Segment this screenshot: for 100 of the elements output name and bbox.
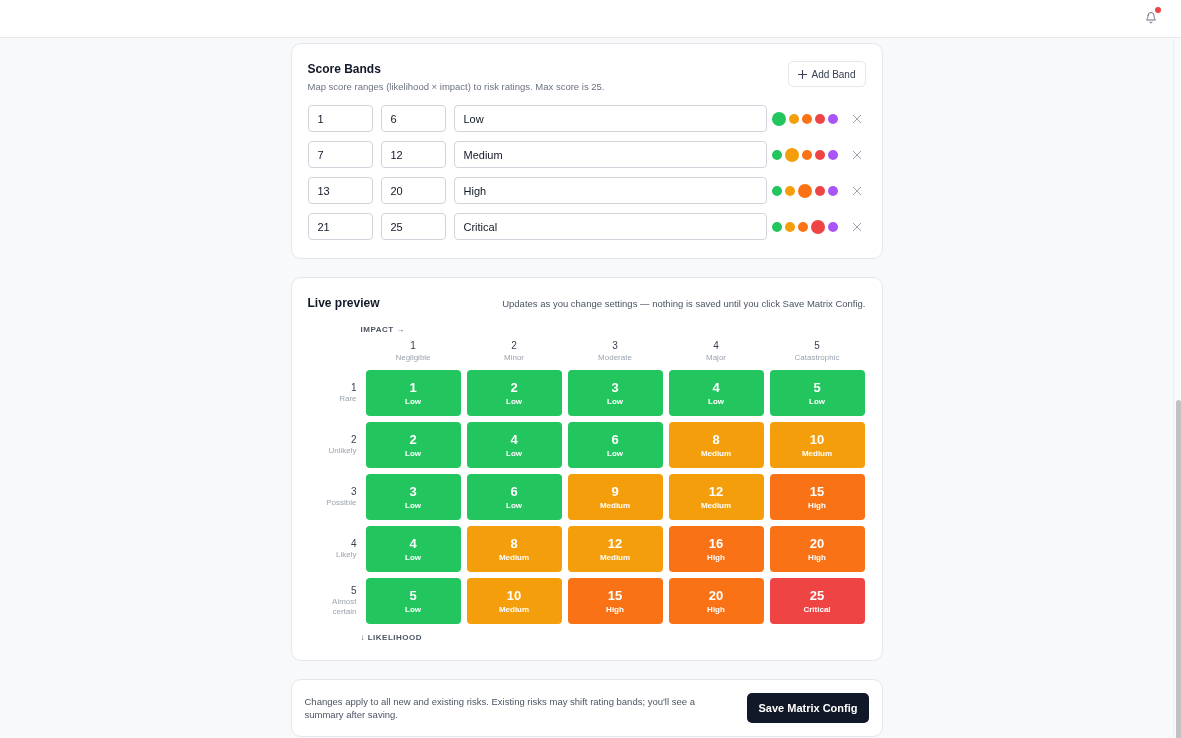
risk-score: 6 bbox=[611, 431, 619, 447]
close-icon[interactable] bbox=[852, 222, 861, 231]
risk-score: 3 bbox=[611, 379, 619, 395]
impact-axis-label: IMPACT → bbox=[360, 325, 405, 334]
risk-score: 20 bbox=[809, 535, 825, 551]
impact-level-name: Negligible bbox=[395, 352, 431, 363]
impact-level-number: 5 bbox=[814, 340, 820, 352]
color-swatch-icon[interactable] bbox=[827, 149, 838, 160]
likelihood-axis-label: ↓ LIKELIHOOD bbox=[360, 633, 423, 642]
close-icon[interactable] bbox=[852, 186, 861, 195]
max-score-input[interactable]: 12 bbox=[380, 141, 446, 168]
likelihood-level-name: Rare bbox=[339, 394, 357, 404]
color-swatch-icon[interactable] bbox=[771, 185, 782, 196]
color-swatch-icon[interactable] bbox=[771, 111, 786, 126]
risk-score: 16 bbox=[708, 535, 724, 551]
risk-rating: Low bbox=[405, 448, 421, 459]
plus-icon bbox=[797, 69, 807, 79]
impact-level-name: Major bbox=[706, 352, 726, 363]
color-swatch-icon[interactable] bbox=[827, 185, 838, 196]
close-icon[interactable] bbox=[852, 114, 861, 123]
risk-score: 25 bbox=[809, 587, 825, 603]
risk-rating: Low bbox=[405, 396, 421, 407]
section-description: Map score ranges (likelihood × impact) to risk ratings. Max score is 25. bbox=[307, 80, 605, 93]
risk-rating: Low bbox=[506, 448, 522, 459]
min-score-input[interactable]: 7 bbox=[307, 141, 373, 168]
color-swatch-icon[interactable] bbox=[810, 219, 825, 234]
impact-level-name: Minor bbox=[504, 352, 524, 363]
risk-score: 15 bbox=[607, 587, 623, 603]
impact-level-number: 4 bbox=[713, 340, 719, 352]
color-swatch-icon[interactable] bbox=[784, 221, 795, 232]
risk-score: 12 bbox=[708, 483, 724, 499]
color-swatch-icon[interactable] bbox=[797, 183, 812, 198]
color-swatch-icon[interactable] bbox=[814, 113, 825, 124]
preview-note: Updates as you change settings — nothing is saved until you click Save Matrix Config. bbox=[502, 298, 866, 309]
save-button[interactable]: Save Matrix Config bbox=[747, 693, 869, 723]
likelihood-level-number: 4 bbox=[350, 538, 357, 550]
risk-score: 20 bbox=[708, 587, 724, 603]
risk-rating: Low bbox=[506, 500, 522, 511]
risk-score: 2 bbox=[510, 379, 518, 395]
color-swatch-icon[interactable] bbox=[827, 113, 838, 124]
color-swatch-icon[interactable] bbox=[771, 149, 782, 160]
band-label-input[interactable]: Medium bbox=[453, 141, 767, 168]
impact-level-number: 2 bbox=[511, 340, 517, 352]
section-title: Live preview bbox=[307, 295, 380, 311]
max-score-input[interactable]: 6 bbox=[380, 105, 446, 132]
band-label-input[interactable]: Critical bbox=[453, 213, 767, 240]
add-band-button[interactable]: Add Band bbox=[787, 61, 866, 87]
color-swatch-icon[interactable] bbox=[797, 221, 808, 232]
risk-rating: High bbox=[707, 552, 725, 563]
color-swatch-icon[interactable] bbox=[784, 185, 795, 196]
max-score-input[interactable]: 25 bbox=[380, 213, 446, 240]
scrollbar-thumb[interactable] bbox=[1176, 400, 1181, 738]
risk-score: 4 bbox=[510, 431, 518, 447]
likelihood-level-name: Likely bbox=[336, 550, 357, 560]
risk-rating: High bbox=[606, 604, 624, 615]
risk-score: 1 bbox=[409, 379, 417, 395]
section-title: Score Bands bbox=[307, 61, 382, 77]
risk-score: 5 bbox=[409, 587, 417, 603]
risk-rating: High bbox=[808, 500, 826, 511]
impact-level-number: 3 bbox=[612, 340, 618, 352]
min-score-input[interactable]: 21 bbox=[307, 213, 373, 240]
risk-rating: High bbox=[808, 552, 826, 563]
min-score-input[interactable]: 13 bbox=[307, 177, 373, 204]
risk-rating: Low bbox=[506, 396, 522, 407]
risk-rating: Medium bbox=[599, 500, 631, 511]
risk-rating: Medium bbox=[801, 448, 833, 459]
color-swatch-icon[interactable] bbox=[784, 147, 799, 162]
risk-score: 15 bbox=[809, 483, 825, 499]
risk-rating: High bbox=[707, 604, 725, 615]
risk-rating: Medium bbox=[599, 552, 631, 563]
close-icon[interactable] bbox=[852, 150, 861, 159]
likelihood-level-name: Unlikely bbox=[328, 446, 357, 456]
band-label-input[interactable]: High bbox=[453, 177, 767, 204]
color-swatch-icon[interactable] bbox=[827, 221, 838, 232]
risk-rating: Medium bbox=[498, 552, 530, 563]
risk-rating: Medium bbox=[498, 604, 530, 615]
risk-score: 9 bbox=[611, 483, 619, 499]
likelihood-level-number: 1 bbox=[350, 382, 357, 394]
risk-rating: Low bbox=[405, 604, 421, 615]
color-swatch-icon[interactable] bbox=[771, 221, 782, 232]
risk-score: 8 bbox=[510, 535, 518, 551]
max-score-input[interactable]: 20 bbox=[380, 177, 446, 204]
risk-score: 4 bbox=[712, 379, 720, 395]
changes-note: Changes apply to all new and existing risks. Existing risks may shift rating bands; you'll see a summary after saving. bbox=[304, 695, 696, 721]
color-swatch-icon[interactable] bbox=[788, 113, 799, 124]
risk-rating: Low bbox=[708, 396, 724, 407]
color-swatch-icon[interactable] bbox=[814, 149, 825, 160]
risk-rating: Low bbox=[607, 448, 623, 459]
likelihood-level-number: 5 bbox=[350, 585, 357, 597]
likelihood-level-name: Almost certain bbox=[331, 597, 357, 617]
band-label-input[interactable]: Low bbox=[453, 105, 767, 132]
min-score-input[interactable]: 1 bbox=[307, 105, 373, 132]
color-swatch-icon[interactable] bbox=[814, 185, 825, 196]
risk-score: 4 bbox=[409, 535, 417, 551]
risk-rating: Critical bbox=[803, 604, 831, 615]
color-swatch-icon[interactable] bbox=[801, 149, 812, 160]
risk-score: 8 bbox=[712, 431, 720, 447]
risk-score: 10 bbox=[809, 431, 825, 447]
impact-level-name: Catastrophic bbox=[794, 352, 840, 363]
color-swatch-icon[interactable] bbox=[801, 113, 812, 124]
